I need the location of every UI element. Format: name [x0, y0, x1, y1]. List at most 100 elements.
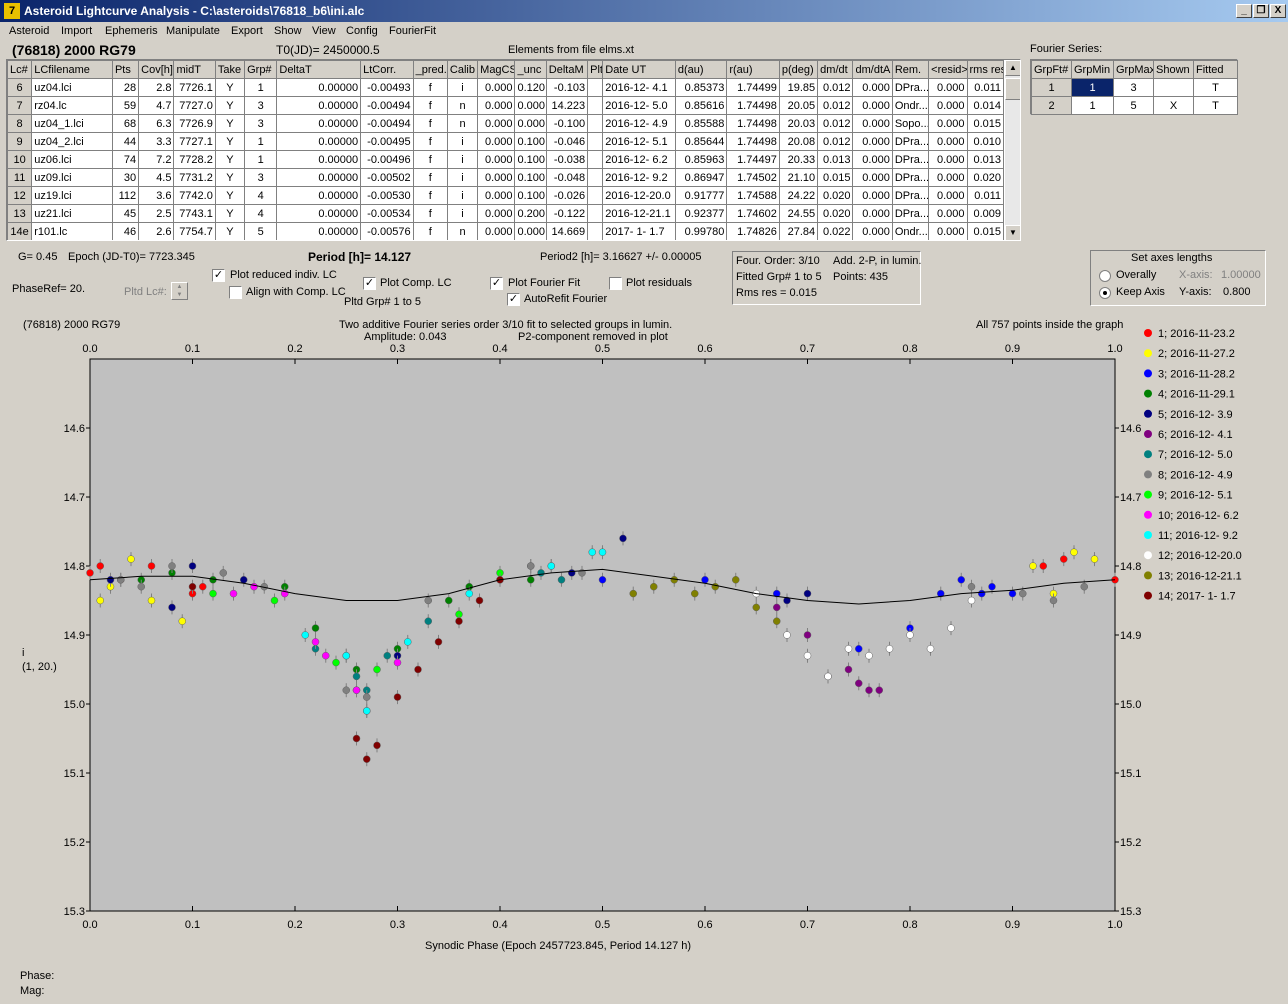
table-cell[interactable]: f: [412, 186, 448, 205]
menu-config[interactable]: Config: [346, 25, 378, 37]
table-cell[interactable]: 0.014: [966, 96, 1004, 115]
table-cell[interactable]: 74: [111, 150, 140, 169]
table-cell[interactable]: [587, 96, 604, 115]
table-cell[interactable]: 2016-12- 5.0: [602, 96, 676, 115]
table-cell[interactable]: Y: [214, 204, 246, 223]
row-number[interactable]: 13: [7, 204, 33, 223]
table-cell[interactable]: Y: [214, 222, 246, 240]
table-cell[interactable]: 0.015: [817, 168, 854, 187]
lc-col-header[interactable]: MagCS: [477, 60, 516, 79]
table-cell[interactable]: 1.74499: [726, 78, 780, 97]
table-cell[interactable]: DPra...: [891, 204, 930, 223]
table-cell[interactable]: -0.00534: [360, 204, 414, 223]
table-cell[interactable]: 0.000: [477, 132, 516, 151]
lc-col-header[interactable]: _unc: [514, 60, 547, 79]
minimize-button[interactable]: _: [1236, 4, 1252, 18]
lightcurve-chart[interactable]: 0.0 0.0 0.1 0.1 0.2 0.2 0.3 0.3 0.4 0.4 0.5 0.5 0.6 0…: [19, 313, 1284, 963]
lc-table-scrollbar[interactable]: ▲ ▼: [1005, 60, 1020, 240]
table-cell[interactable]: 0.85644: [674, 132, 728, 151]
table-cell[interactable]: 0.85373: [674, 78, 728, 97]
table-cell[interactable]: 0.000: [928, 150, 968, 169]
table-cell[interactable]: 3.3: [138, 132, 175, 151]
table-cell[interactable]: 1.74602: [726, 204, 780, 223]
table-cell[interactable]: f: [412, 78, 448, 97]
fourier-cell[interactable]: [1153, 78, 1194, 97]
lc-col-header[interactable]: Take: [214, 60, 246, 79]
table-cell[interactable]: [587, 132, 604, 151]
autorefit-checkbox[interactable]: ✓: [507, 293, 520, 306]
table-cell[interactable]: DPra...: [891, 150, 930, 169]
table-cell[interactable]: 24.22: [778, 186, 819, 205]
table-cell[interactable]: 5: [244, 222, 278, 240]
table-cell[interactable]: 0.000: [477, 222, 516, 240]
table-cell[interactable]: 0.00000: [276, 168, 362, 187]
table-cell[interactable]: 7731.2: [173, 168, 216, 187]
menu-manipulate[interactable]: Manipulate: [166, 25, 220, 37]
fourier-row[interactable]: 215XT: [1031, 96, 1238, 115]
table-cell[interactable]: 14.223: [545, 96, 589, 115]
table-cell[interactable]: 0.85963: [674, 150, 728, 169]
table-cell[interactable]: 0.000: [477, 204, 516, 223]
table-cell[interactable]: f: [412, 150, 448, 169]
table-cell[interactable]: 0.100: [514, 150, 547, 169]
table-cell[interactable]: 0.000: [928, 96, 968, 115]
lc-col-header[interactable]: rms res: [966, 60, 1004, 79]
table-cell[interactable]: 14.669: [545, 222, 589, 240]
table-cell[interactable]: Y: [214, 96, 246, 115]
fourier-cell[interactable]: 1: [1031, 78, 1072, 97]
table-cell[interactable]: Y: [214, 150, 246, 169]
lc-col-header[interactable]: DeltaM: [545, 60, 589, 79]
table-row[interactable]: 12 uz19.lci 112 3.6 7742.0 Y 4 0.00000 -0.00530 f…: [7, 186, 1004, 205]
table-cell[interactable]: 0.000: [852, 186, 893, 205]
table-cell[interactable]: DPra...: [891, 168, 930, 187]
table-cell[interactable]: 2017- 1- 1.7: [602, 222, 676, 240]
table-cell[interactable]: Y: [214, 168, 246, 187]
table-cell[interactable]: f: [412, 114, 448, 133]
table-cell[interactable]: 0.000: [477, 168, 516, 187]
table-cell[interactable]: 7727.1: [173, 132, 216, 151]
table-cell[interactable]: -0.038: [545, 150, 589, 169]
table-cell[interactable]: 0.100: [514, 186, 547, 205]
table-cell[interactable]: 3: [244, 168, 278, 187]
lc-col-header[interactable]: LCfilename: [31, 60, 113, 79]
lc-col-header[interactable]: _pred.: [412, 60, 448, 79]
table-cell[interactable]: 2.5: [138, 204, 175, 223]
table-cell[interactable]: 1.74498: [726, 96, 780, 115]
table-cell[interactable]: 4.7: [138, 96, 175, 115]
table-cell[interactable]: 4.5: [138, 168, 175, 187]
lc-col-header[interactable]: Rem.: [891, 60, 930, 79]
table-cell[interactable]: 2.8: [138, 78, 175, 97]
table-cell[interactable]: n: [446, 96, 479, 115]
table-cell[interactable]: [587, 168, 604, 187]
table-cell[interactable]: 1.74826: [726, 222, 780, 240]
table-cell[interactable]: 0.000: [852, 96, 893, 115]
table-row[interactable]: 7 rz04.lc 59 4.7 7727.0 Y 3 0.00000 -0.00494 f n 0.…: [7, 96, 1004, 115]
table-cell[interactable]: 3: [244, 114, 278, 133]
table-cell[interactable]: f: [412, 204, 448, 223]
table-cell[interactable]: 0.012: [817, 96, 854, 115]
table-cell[interactable]: 0.000: [928, 186, 968, 205]
table-cell[interactable]: 68: [111, 114, 140, 133]
table-cell[interactable]: 0.000: [477, 78, 516, 97]
table-cell[interactable]: -0.122: [545, 204, 589, 223]
plot-reduced-checkbox[interactable]: ✓: [212, 269, 225, 282]
table-cell[interactable]: 7743.1: [173, 204, 216, 223]
table-cell[interactable]: [587, 78, 604, 97]
plot-residuals-checkbox[interactable]: [609, 277, 622, 290]
table-cell[interactable]: i: [446, 204, 479, 223]
table-cell[interactable]: 0.010: [966, 132, 1004, 151]
spin-up-icon[interactable]: ▲: [172, 283, 187, 291]
table-cell[interactable]: [587, 114, 604, 133]
table-cell[interactable]: 1.74498: [726, 132, 780, 151]
lc-col-header[interactable]: p(deg): [778, 60, 819, 79]
table-cell[interactable]: 0.000: [928, 132, 968, 151]
table-cell[interactable]: -0.048: [545, 168, 589, 187]
table-cell[interactable]: 0.012: [817, 114, 854, 133]
table-cell[interactable]: i: [446, 78, 479, 97]
table-cell[interactable]: rz04.lc: [31, 96, 113, 115]
table-cell[interactable]: 0.015: [966, 114, 1004, 133]
table-cell[interactable]: 1.74498: [726, 114, 780, 133]
table-cell[interactable]: 0.009: [966, 204, 1004, 223]
fourier-cell[interactable]: 1: [1071, 78, 1114, 97]
table-cell[interactable]: -0.026: [545, 186, 589, 205]
